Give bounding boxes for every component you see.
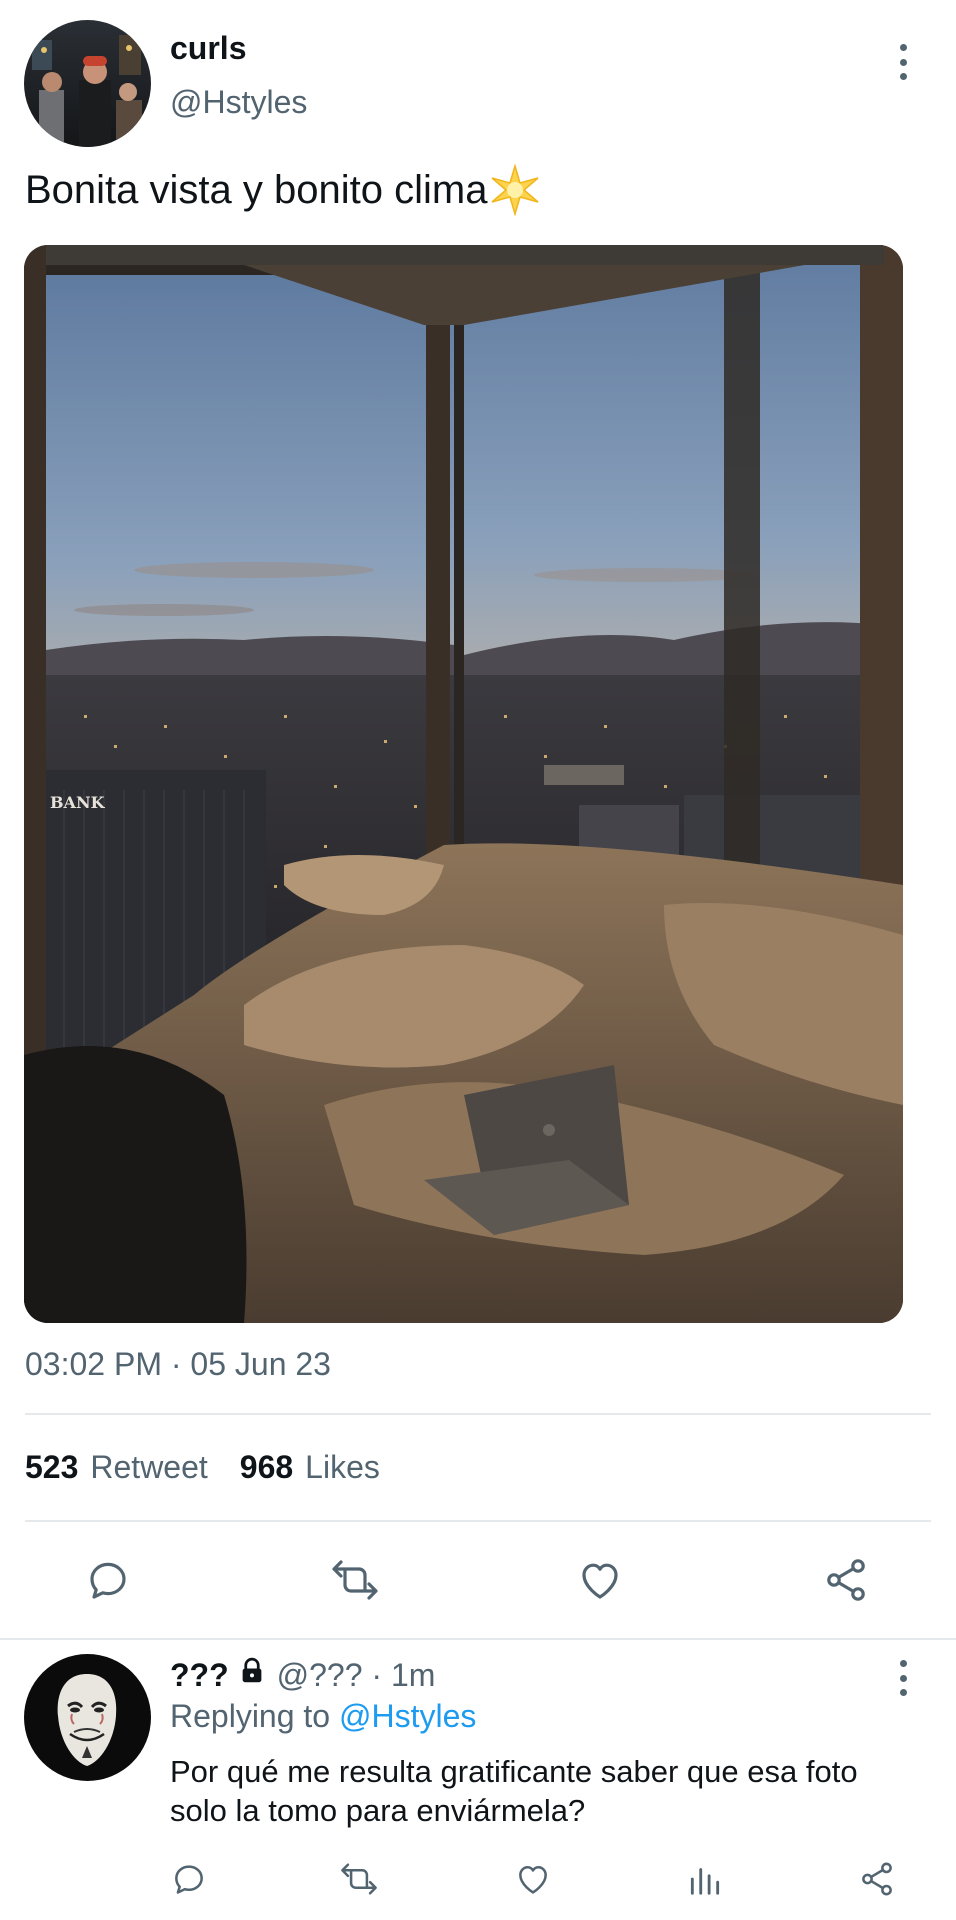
share-icon[interactable] — [820, 1554, 872, 1606]
sparkle-emoji-icon — [489, 163, 541, 217]
tweet-text-content: Bonita vista y bonito clima — [25, 167, 488, 212]
replying-to-label: Replying to — [170, 1698, 331, 1734]
divider — [25, 1413, 931, 1415]
replying-to: Replying to @Hstyles — [170, 1698, 476, 1735]
section-divider — [0, 1638, 956, 1640]
reply-like-icon[interactable] — [512, 1858, 554, 1900]
reply-header: ??? @??? · 1m — [170, 1656, 435, 1694]
like-count[interactable]: 968 — [240, 1449, 293, 1486]
reply-author-handle[interactable]: @??? · 1m — [277, 1657, 436, 1694]
reply-reply-icon[interactable] — [168, 1858, 210, 1900]
reply-retweet-icon[interactable] — [336, 1858, 382, 1900]
like-label[interactable]: Likes — [305, 1449, 380, 1486]
retweet-count[interactable]: 523 — [25, 1449, 78, 1486]
retweet-icon[interactable] — [326, 1554, 384, 1606]
reply-share-icon[interactable] — [856, 1858, 898, 1900]
reply-icon[interactable] — [82, 1554, 134, 1606]
reply-views-icon[interactable] — [684, 1858, 726, 1900]
reply-author-avatar[interactable] — [24, 1654, 151, 1781]
reply-text: Por qué me resulta gratificante saber qu… — [170, 1754, 858, 1828]
tweet-stats: 523 Retweet 968 Likes — [25, 1449, 380, 1486]
tweet-text: Bonita vista y bonito clima — [25, 163, 541, 217]
replying-to-handle[interactable]: @Hstyles — [339, 1698, 476, 1734]
author-handle[interactable]: @Hstyles — [170, 84, 307, 121]
tweet-timestamp[interactable]: 03:02 PM · 05 Jun 23 — [25, 1346, 331, 1383]
tweet-photo[interactable]: BANK — [24, 245, 903, 1323]
divider — [25, 1520, 931, 1522]
reply-author-name[interactable]: ??? — [170, 1657, 229, 1694]
retweet-label[interactable]: Retweet — [90, 1449, 207, 1486]
more-options-icon[interactable] — [891, 44, 915, 80]
like-icon[interactable] — [574, 1554, 626, 1606]
author-avatar[interactable] — [24, 20, 151, 147]
reply-more-options-icon[interactable] — [891, 1660, 915, 1696]
author-name[interactable]: curls — [170, 30, 246, 67]
bank-sign-text: BANK — [50, 793, 106, 812]
lock-icon — [237, 1656, 267, 1694]
